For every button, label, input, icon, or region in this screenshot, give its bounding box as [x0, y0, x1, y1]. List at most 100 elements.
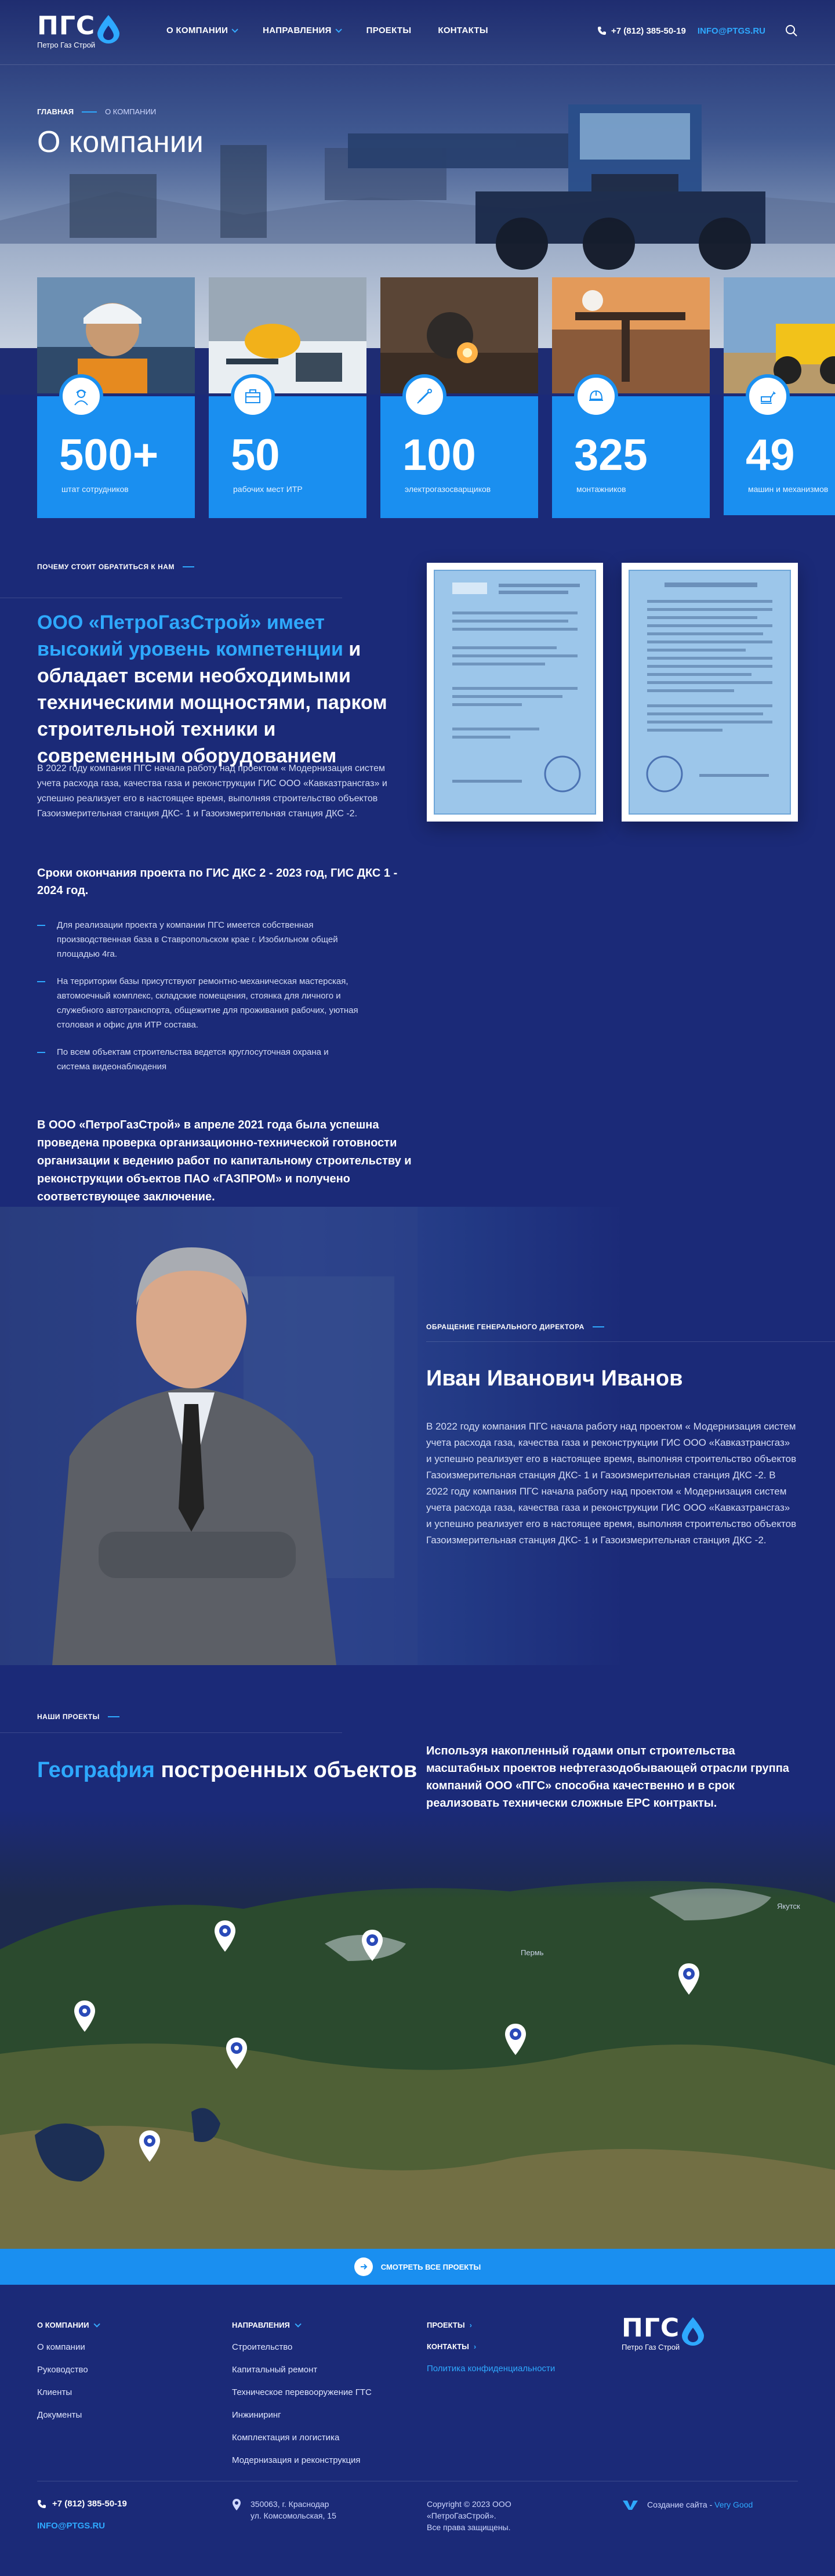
breadcrumb-home[interactable]: Главная: [37, 107, 74, 116]
list-item: На территории базы присутствуют ремонтно…: [37, 974, 362, 1032]
footer-heading-label: О компании: [37, 2321, 89, 2329]
footer-column-directions: Направления Строительство Капитальный ре…: [232, 2320, 372, 2478]
section-label-why: Почему стоит обратиться к нам: [37, 563, 194, 571]
projects-title-rest: построенных объектов: [154, 1758, 418, 1782]
stat-label: штат сотрудников: [61, 484, 129, 494]
stat-card-body: 500+ штат сотрудников: [37, 374, 195, 518]
certificate-image[interactable]: [427, 563, 603, 822]
stats-row: 500+ штат сотрудников 50 рабочих мест ИТ…: [37, 277, 835, 518]
nav-item-label: О компании: [166, 26, 228, 35]
header-email-link[interactable]: INFO@PTGS.RU: [698, 26, 765, 36]
breadcrumb-current: О компании: [105, 107, 157, 116]
footer-heading-label: Направления: [232, 2321, 290, 2329]
worker-icon: [59, 374, 103, 418]
view-all-projects-label: Смотреть все проекты: [380, 2262, 481, 2271]
footer-heading-projects[interactable]: Проекты ›: [427, 2321, 555, 2329]
why-gazprom-statement: В ООО «ПетроГазСтрой» в апреле 2021 года…: [37, 1119, 412, 1203]
footer-link[interactable]: Руководство: [37, 2365, 98, 2375]
director-name: Иван Иванович Иванов: [426, 1366, 683, 1391]
nav-item-directions[interactable]: Направления: [263, 26, 342, 35]
header-phone-link[interactable]: +7 (812) 385-50-19: [597, 26, 686, 36]
footer-copyright: Copyright © 2023 ООО «ПетроГазСтрой». Вс…: [427, 2498, 511, 2533]
certificate-page: [434, 570, 596, 815]
nav-item-projects[interactable]: Проекты: [366, 26, 412, 35]
search-icon[interactable]: [785, 24, 798, 37]
list-item: По всем объектам строительства ведется к…: [37, 1045, 362, 1074]
nav-item-about[interactable]: О компании: [166, 26, 238, 35]
stat-value: 50: [231, 430, 280, 480]
section-label-text: Почему стоит обратиться к нам: [37, 563, 175, 571]
footer-phone-text: +7 (812) 385-50-19: [52, 2499, 127, 2509]
footer-heading-label: Проекты: [427, 2321, 465, 2329]
stat-value: 100: [402, 430, 476, 480]
flame-drop-icon: [97, 15, 119, 44]
header-contacts: +7 (812) 385-50-19 INFO@PTGS.RU: [597, 24, 798, 37]
projects-map[interactable]: Якутск Пермь: [0, 1810, 835, 2251]
footer-link[interactable]: Инжиниринг: [232, 2410, 372, 2420]
copyright-line: Copyright © 2023 ООО: [427, 2499, 511, 2509]
map-label: Пермь: [521, 1948, 544, 1957]
view-all-projects-button[interactable]: Смотреть все проекты: [0, 2249, 835, 2285]
divider: [426, 1341, 835, 1342]
site-logo[interactable]: ПГС Петро Газ Строй: [37, 13, 119, 53]
map-pin-icon[interactable]: [225, 2036, 248, 2071]
helmet-icon: [574, 374, 618, 418]
privacy-policy-link[interactable]: Политика конфиденциальности: [427, 2364, 555, 2374]
chevron-down-icon: [335, 26, 342, 33]
section-label-bar: [107, 1716, 119, 1717]
nav-item-contacts[interactable]: Контакты: [438, 26, 488, 35]
map-pin-icon[interactable]: [213, 1919, 237, 1954]
stat-card: 100 электрогазосварщиков: [380, 277, 538, 518]
footer-heading-contacts[interactable]: Контакты ›: [427, 2342, 555, 2351]
footer-link[interactable]: Строительство: [232, 2342, 372, 2352]
footer-logo[interactable]: ПГС Петро Газ Строй: [622, 2315, 726, 2361]
location-pin-icon: [233, 2499, 241, 2510]
footer-link[interactable]: Капитальный ремонт: [232, 2365, 372, 2375]
footer-heading[interactable]: Направления: [232, 2320, 372, 2329]
stat-photo: [209, 277, 366, 393]
developer-link[interactable]: Very Good: [714, 2500, 753, 2509]
footer-link[interactable]: Документы: [37, 2410, 98, 2420]
projects-text: Используя накопленный годами опыт строит…: [426, 1745, 789, 1810]
stat-photo: [724, 277, 835, 393]
why-list: Для реализации проекта у компании ПГС им…: [37, 918, 362, 1087]
stat-card-body: 325 монтажников: [552, 374, 710, 518]
footer-link[interactable]: Техническое перевооружение ГТС: [232, 2387, 372, 2397]
certificate-page: [629, 570, 791, 815]
address-line: 350063, г. Краснодар: [251, 2499, 329, 2509]
excavator-icon: [746, 374, 790, 418]
footer-developer: Создание сайта - Very Good: [622, 2498, 753, 2511]
briefcase-icon: [231, 374, 275, 418]
footer-link[interactable]: Комплектация и логистика: [232, 2433, 372, 2443]
logo-text: ПГС: [622, 2313, 680, 2343]
map-pin-icon[interactable]: [73, 1999, 96, 2034]
breadcrumb-separator: [82, 111, 97, 113]
map-pin-icon[interactable]: [361, 1929, 384, 1963]
stat-photo: [380, 277, 538, 393]
footer-link[interactable]: Модернизация и реконструкция: [232, 2455, 372, 2465]
flame-drop-icon: [682, 2317, 704, 2346]
stat-card: 500+ штат сотрудников: [37, 277, 195, 518]
stat-card-body: 49 машин и механизмов: [724, 374, 835, 515]
footer-link[interactable]: Клиенты: [37, 2387, 98, 2397]
footer-link[interactable]: О компании: [37, 2342, 98, 2352]
map-pin-icon[interactable]: [138, 2129, 161, 2164]
section-label-bar: [182, 566, 194, 567]
section-label-bar: [592, 1326, 604, 1327]
developer-label: Создание сайта -: [647, 2500, 715, 2509]
map-pin-icon[interactable]: [677, 1962, 700, 1997]
director-text: В 2022 году компания ПГС начала работу н…: [426, 1421, 797, 1546]
certificate-content: [646, 583, 772, 793]
footer-heading[interactable]: О компании: [37, 2320, 101, 2329]
stat-label: электрогазосварщиков: [405, 484, 491, 494]
certificate-image[interactable]: [622, 563, 798, 822]
satellite-map: Якутск Пермь: [0, 1810, 835, 2251]
stat-label: рабочих мест ИТР: [233, 484, 303, 494]
header-phone-text: +7 (812) 385-50-19: [611, 26, 686, 36]
footer-phone-link[interactable]: +7 (812) 385-50-19: [37, 2498, 127, 2510]
footer-email-link[interactable]: INFO@PTGS.RU: [37, 2520, 127, 2532]
stat-label: монтажников: [576, 484, 626, 494]
footer-contacts: +7 (812) 385-50-19 INFO@PTGS.RU: [37, 2498, 127, 2532]
map-pin-icon[interactable]: [504, 2023, 527, 2057]
why-title: ООО «ПетроГазСтрой» имеет высокий уровен…: [37, 609, 408, 769]
